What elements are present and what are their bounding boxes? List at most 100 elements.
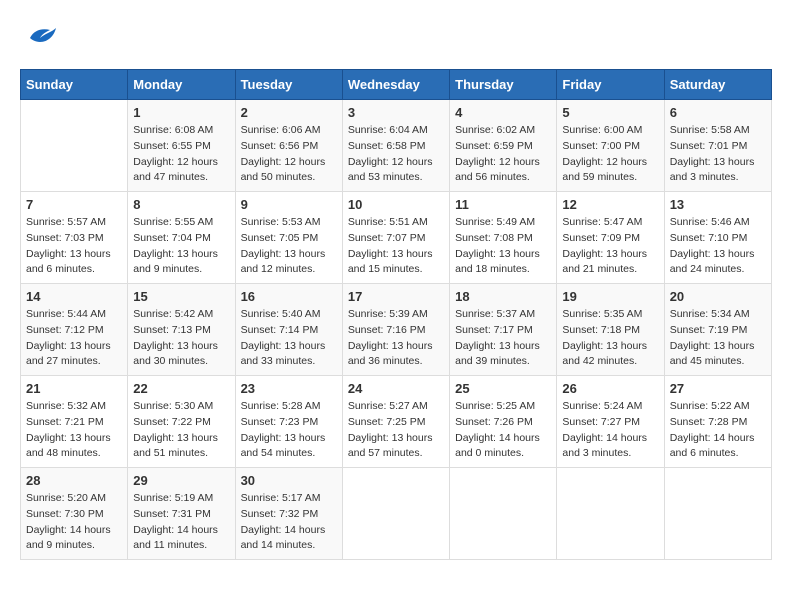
day-number: 30 [241,473,337,488]
day-number: 13 [670,197,766,212]
column-header-wednesday: Wednesday [342,70,449,100]
day-info: Sunrise: 6:06 AMSunset: 6:56 PMDaylight:… [241,123,337,186]
day-number: 9 [241,197,337,212]
day-number: 11 [455,197,551,212]
column-header-tuesday: Tuesday [235,70,342,100]
day-info: Sunrise: 5:19 AMSunset: 7:31 PMDaylight:… [133,491,229,554]
calendar-week-2: 7 Sunrise: 5:57 AMSunset: 7:03 PMDaylight… [21,192,772,284]
day-number: 4 [455,105,551,120]
day-number: 26 [562,381,658,396]
day-number: 23 [241,381,337,396]
day-number: 3 [348,105,444,120]
calendar-week-1: 1 Sunrise: 6:08 AMSunset: 6:55 PMDaylight… [21,100,772,192]
logo-bird-icon [26,20,58,59]
calendar-cell: 14 Sunrise: 5:44 AMSunset: 7:12 PMDayligh… [21,284,128,376]
day-number: 7 [26,197,122,212]
day-info: Sunrise: 5:39 AMSunset: 7:16 PMDaylight:… [348,307,444,370]
calendar-cell: 29 Sunrise: 5:19 AMSunset: 7:31 PMDayligh… [128,468,235,560]
calendar-cell: 3Sunrise: 6:04 AMSunset: 6:58 PMDaylight… [342,100,449,192]
day-info: Sunrise: 5:34 AMSunset: 7:19 PMDaylight:… [670,307,766,370]
calendar-cell: 13 Sunrise: 5:46 AMSunset: 7:10 PMDayligh… [664,192,771,284]
calendar-cell: 6 Sunrise: 5:58 AMSunset: 7:01 PMDaylight… [664,100,771,192]
calendar-cell: 7 Sunrise: 5:57 AMSunset: 7:03 PMDaylight… [21,192,128,284]
calendar-cell: 12 Sunrise: 5:47 AMSunset: 7:09 PMDayligh… [557,192,664,284]
calendar-cell: 15Sunrise: 5:42 AMSunset: 7:13 PMDayligh… [128,284,235,376]
day-info: Sunrise: 5:32 AMSunset: 7:21 PMDaylight:… [26,399,122,462]
day-number: 2 [241,105,337,120]
day-info: Sunrise: 5:57 AMSunset: 7:03 PMDaylight:… [26,215,122,278]
day-number: 20 [670,289,766,304]
calendar-cell: 27Sunrise: 5:22 AMSunset: 7:28 PMDayligh… [664,376,771,468]
calendar-cell [557,468,664,560]
calendar-cell [21,100,128,192]
day-info: Sunrise: 5:40 AMSunset: 7:14 PMDaylight:… [241,307,337,370]
day-info: Sunrise: 5:53 AMSunset: 7:05 PMDaylight:… [241,215,337,278]
calendar-table: SundayMondayTuesdayWednesdayThursdayFrid… [20,69,772,560]
calendar-cell: 4 Sunrise: 6:02 AMSunset: 6:59 PMDaylight… [450,100,557,192]
calendar-header-row: SundayMondayTuesdayWednesdayThursdayFrid… [21,70,772,100]
day-info: Sunrise: 5:46 AMSunset: 7:10 PMDaylight:… [670,215,766,278]
column-header-saturday: Saturday [664,70,771,100]
day-info: Sunrise: 5:27 AMSunset: 7:25 PMDaylight:… [348,399,444,462]
day-info: Sunrise: 5:44 AMSunset: 7:12 PMDaylight:… [26,307,122,370]
day-number: 5 [562,105,658,120]
day-number: 28 [26,473,122,488]
day-info: Sunrise: 5:25 AMSunset: 7:26 PMDaylight:… [455,399,551,462]
day-number: 14 [26,289,122,304]
day-info: Sunrise: 5:28 AMSunset: 7:23 PMDaylight:… [241,399,337,462]
day-info: Sunrise: 6:02 AMSunset: 6:59 PMDaylight:… [455,123,551,186]
day-number: 21 [26,381,122,396]
calendar-cell: 18 Sunrise: 5:37 AMSunset: 7:17 PMDayligh… [450,284,557,376]
day-number: 24 [348,381,444,396]
day-number: 16 [241,289,337,304]
calendar-cell: 11 Sunrise: 5:49 AMSunset: 7:08 PMDayligh… [450,192,557,284]
calendar-cell: 28 Sunrise: 5:20 AMSunset: 7:30 PMDayligh… [21,468,128,560]
day-info: Sunrise: 6:08 AMSunset: 6:55 PMDaylight:… [133,123,229,186]
day-info: Sunrise: 5:47 AMSunset: 7:09 PMDaylight:… [562,215,658,278]
column-header-friday: Friday [557,70,664,100]
day-number: 29 [133,473,229,488]
day-info: Sunrise: 5:37 AMSunset: 7:17 PMDaylight:… [455,307,551,370]
day-info: Sunrise: 5:24 AMSunset: 7:27 PMDaylight:… [562,399,658,462]
day-info: Sunrise: 5:51 AMSunset: 7:07 PMDaylight:… [348,215,444,278]
day-number: 12 [562,197,658,212]
calendar-cell: 19 Sunrise: 5:35 AMSunset: 7:18 PMDayligh… [557,284,664,376]
day-number: 22 [133,381,229,396]
day-number: 27 [670,381,766,396]
header [20,20,772,59]
day-info: Sunrise: 5:49 AMSunset: 7:08 PMDaylight:… [455,215,551,278]
calendar-cell: 10Sunrise: 5:51 AMSunset: 7:07 PMDayligh… [342,192,449,284]
day-info: Sunrise: 5:42 AMSunset: 7:13 PMDaylight:… [133,307,229,370]
day-info: Sunrise: 5:55 AMSunset: 7:04 PMDaylight:… [133,215,229,278]
day-number: 25 [455,381,551,396]
day-number: 1 [133,105,229,120]
calendar-cell: 22 Sunrise: 5:30 AMSunset: 7:22 PMDayligh… [128,376,235,468]
calendar-cell: 21 Sunrise: 5:32 AMSunset: 7:21 PMDayligh… [21,376,128,468]
calendar-cell: 24 Sunrise: 5:27 AMSunset: 7:25 PMDayligh… [342,376,449,468]
calendar-cell: 1 Sunrise: 6:08 AMSunset: 6:55 PMDaylight… [128,100,235,192]
calendar-cell: 26 Sunrise: 5:24 AMSunset: 7:27 PMDayligh… [557,376,664,468]
calendar-cell: 9 Sunrise: 5:53 AMSunset: 7:05 PMDaylight… [235,192,342,284]
calendar-cell: 25 Sunrise: 5:25 AMSunset: 7:26 PMDayligh… [450,376,557,468]
calendar-cell: 5 Sunrise: 6:00 AMSunset: 7:00 PMDaylight… [557,100,664,192]
day-info: Sunrise: 5:30 AMSunset: 7:22 PMDaylight:… [133,399,229,462]
day-info: Sunrise: 5:20 AMSunset: 7:30 PMDaylight:… [26,491,122,554]
day-number: 8 [133,197,229,212]
calendar-cell: 17 Sunrise: 5:39 AMSunset: 7:16 PMDayligh… [342,284,449,376]
column-header-monday: Monday [128,70,235,100]
calendar-cell: 16 Sunrise: 5:40 AMSunset: 7:14 PMDayligh… [235,284,342,376]
day-number: 17 [348,289,444,304]
day-info: Sunrise: 5:35 AMSunset: 7:18 PMDaylight:… [562,307,658,370]
calendar-week-4: 21 Sunrise: 5:32 AMSunset: 7:21 PMDayligh… [21,376,772,468]
calendar-cell [342,468,449,560]
calendar-week-5: 28 Sunrise: 5:20 AMSunset: 7:30 PMDayligh… [21,468,772,560]
day-number: 19 [562,289,658,304]
calendar-week-3: 14 Sunrise: 5:44 AMSunset: 7:12 PMDayligh… [21,284,772,376]
calendar-cell: 23 Sunrise: 5:28 AMSunset: 7:23 PMDayligh… [235,376,342,468]
day-number: 18 [455,289,551,304]
calendar-cell [450,468,557,560]
day-info: Sunrise: 6:00 AMSunset: 7:00 PMDaylight:… [562,123,658,186]
day-info: Sunrise: 5:58 AMSunset: 7:01 PMDaylight:… [670,123,766,186]
calendar-cell [664,468,771,560]
day-number: 6 [670,105,766,120]
